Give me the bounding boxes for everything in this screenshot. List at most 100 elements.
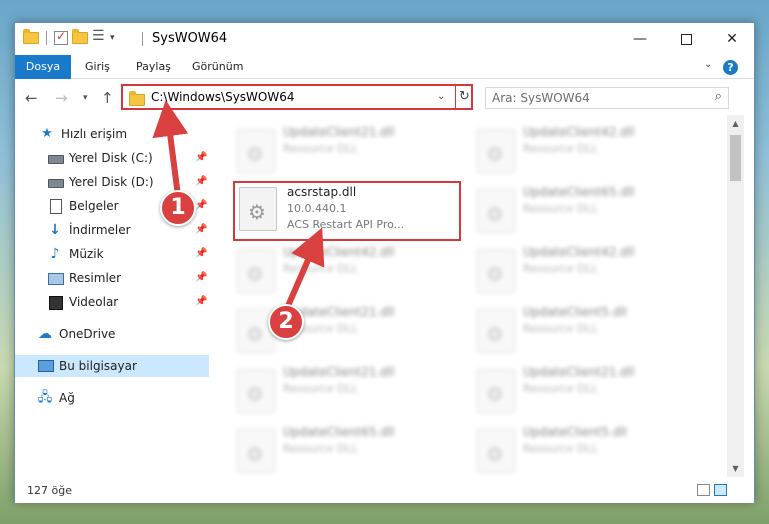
sidebar-item-quick-access[interactable]: ★ Hızlı erişim [15,123,209,145]
file-type: Resource DLL [283,262,358,275]
file-name: acsrstap.dll [287,185,357,199]
tab-home[interactable]: Giriş [85,55,110,79]
file-name: UpdateClient21.dll [283,125,395,139]
close-button[interactable]: ✕ [709,23,755,55]
sidebar-item-this-pc[interactable]: Bu bilgisayar [15,355,209,377]
file-name: UpdateClient42.dll [523,245,635,259]
file-item[interactable]: UpdateClient5.dll Resource DLL [471,303,699,363]
music-icon: ♪ [50,246,60,262]
search-icon[interactable]: ⌕ [715,89,722,104]
folder-icon [129,91,145,106]
file-item-acsrstap[interactable]: acsrstap.dll 10.0.440.1 ACS Restart API … [233,181,461,241]
file-item[interactable]: UpdateClient42.dll Resource DLL [471,243,699,303]
recent-locations-icon[interactable]: ▾ [83,93,88,103]
minimize-button[interactable]: — [617,23,663,55]
tab-file[interactable]: Dosya [15,55,71,79]
pin-icon[interactable]: 📌 [195,152,207,163]
file-name: UpdateClient21.dll [283,365,395,379]
sidebar-item-label: Bu bilgisayar [59,359,137,373]
pin-icon[interactable]: 📌 [195,248,207,259]
cloud-icon: ☁ [38,326,52,342]
address-path[interactable]: C:\Windows\SysWOW64 [151,90,295,104]
sidebar-item-videos[interactable]: Videolar 📌 [15,291,209,313]
file-item[interactable]: UpdateClient21.dll Resource DLL [471,363,699,423]
sidebar-item-network[interactable]: 🖧 Ağ [15,387,209,409]
sidebar-item-label: OneDrive [59,327,116,341]
scroll-up-icon[interactable]: ▲ [727,115,744,132]
file-description: ACS Restart API Pro... [287,218,405,231]
file-type: Resource DLL [283,442,358,455]
file-item[interactable]: UpdateClient21.dll Resource DLL [231,303,459,363]
file-name: UpdateClient65.dll [523,185,635,199]
expand-ribbon-icon[interactable]: ⌄ [704,59,712,70]
search-input[interactable]: Ara: SysWOW64 [492,91,590,105]
scroll-down-icon[interactable]: ▼ [727,460,744,477]
tiles-view-icon[interactable] [714,484,727,496]
status-bar: 127 öğe [15,479,754,503]
customize-chevron-icon[interactable]: ▾ [110,33,115,43]
pin-icon[interactable]: 📌 [195,176,207,187]
tab-view[interactable]: Görünüm [192,55,243,79]
pin-icon[interactable]: 📌 [195,200,207,211]
drive-icon [47,175,64,189]
sidebar-item-label: Resimler [69,271,122,285]
file-item[interactable]: UpdateClient21.dll Resource DLL [231,363,459,423]
folder-icon [23,29,39,44]
sidebar-item-label: Videolar [69,295,119,309]
dll-file-icon [477,309,515,353]
file-item[interactable]: UpdateClient42.dll Resource DLL [231,243,459,303]
forward-button[interactable]: → [55,89,68,107]
help-icon[interactable]: ? [723,60,738,75]
file-item[interactable]: UpdateClient65.dll Resource DLL [471,183,699,243]
file-name: UpdateClient42.dll [523,125,635,139]
file-name: UpdateClient42.dll [283,245,395,259]
new-folder-icon[interactable] [72,29,88,44]
pin-icon[interactable]: 📌 [195,224,207,235]
view-icon[interactable] [92,28,106,45]
file-version: 10.0.440.1 [287,202,347,215]
window-title: SysWOW64 [152,31,228,46]
sidebar-item-disk-c[interactable]: Yerel Disk (C:) 📌 [15,147,209,169]
sidebar-item-pictures[interactable]: Resimler 📌 [15,267,209,289]
maximize-icon [680,33,692,45]
file-name: UpdateClient5.dll [523,305,627,319]
sidebar-item-onedrive[interactable]: ☁ OneDrive [15,323,209,345]
details-view-icon[interactable] [697,484,710,496]
sidebar-item-label: Yerel Disk (D:) [69,175,154,189]
file-type: Resource DLL [523,442,598,455]
search-box[interactable]: Ara: SysWOW64 ⌕ [485,87,729,109]
dll-file-icon [237,129,275,173]
dll-file-icon [239,187,277,231]
divider [142,32,143,46]
file-name: UpdateClient21.dll [523,365,635,379]
properties-icon[interactable] [54,29,68,45]
dll-file-icon [237,429,275,473]
sidebar-item-music[interactable]: ♪ Müzik 📌 [15,243,209,265]
sidebar-item-label: Ağ [59,391,75,405]
dll-file-icon [237,369,275,413]
pin-icon[interactable]: 📌 [195,272,207,283]
address-bar[interactable]: C:\Windows\SysWOW64 ⌄ ↻ [121,84,473,110]
address-dropdown-icon[interactable]: ⌄ [437,91,445,102]
sidebar-item-label: İndirmeler [69,223,131,237]
file-item[interactable]: UpdateClient42.dll Resource DLL [471,123,699,183]
file-type: Resource DLL [523,202,598,215]
sidebar-item-label: Belgeler [69,199,119,213]
tab-share[interactable]: Paylaş [136,55,171,79]
dll-file-icon [477,129,515,173]
sidebar-item-label: Hızlı erişim [61,127,128,141]
file-type: Resource DLL [283,382,358,395]
maximize-button[interactable] [663,23,709,55]
pin-icon[interactable]: 📌 [195,296,207,307]
refresh-button[interactable]: ↻ [455,86,473,108]
file-type: Resource DLL [523,262,598,275]
file-item[interactable]: UpdateClient65.dll Resource DLL [231,423,459,477]
computer-icon [37,359,54,373]
scroll-thumb[interactable] [730,135,741,181]
vertical-scrollbar[interactable]: ▲ ▼ [727,115,744,477]
file-item[interactable]: UpdateClient21.dll Resource DLL [231,123,459,183]
back-button[interactable]: ← [25,89,38,107]
up-button[interactable]: ↑ [101,89,114,107]
file-item[interactable]: UpdateClient5.dll Resource DLL [471,423,699,477]
divider [46,31,47,45]
